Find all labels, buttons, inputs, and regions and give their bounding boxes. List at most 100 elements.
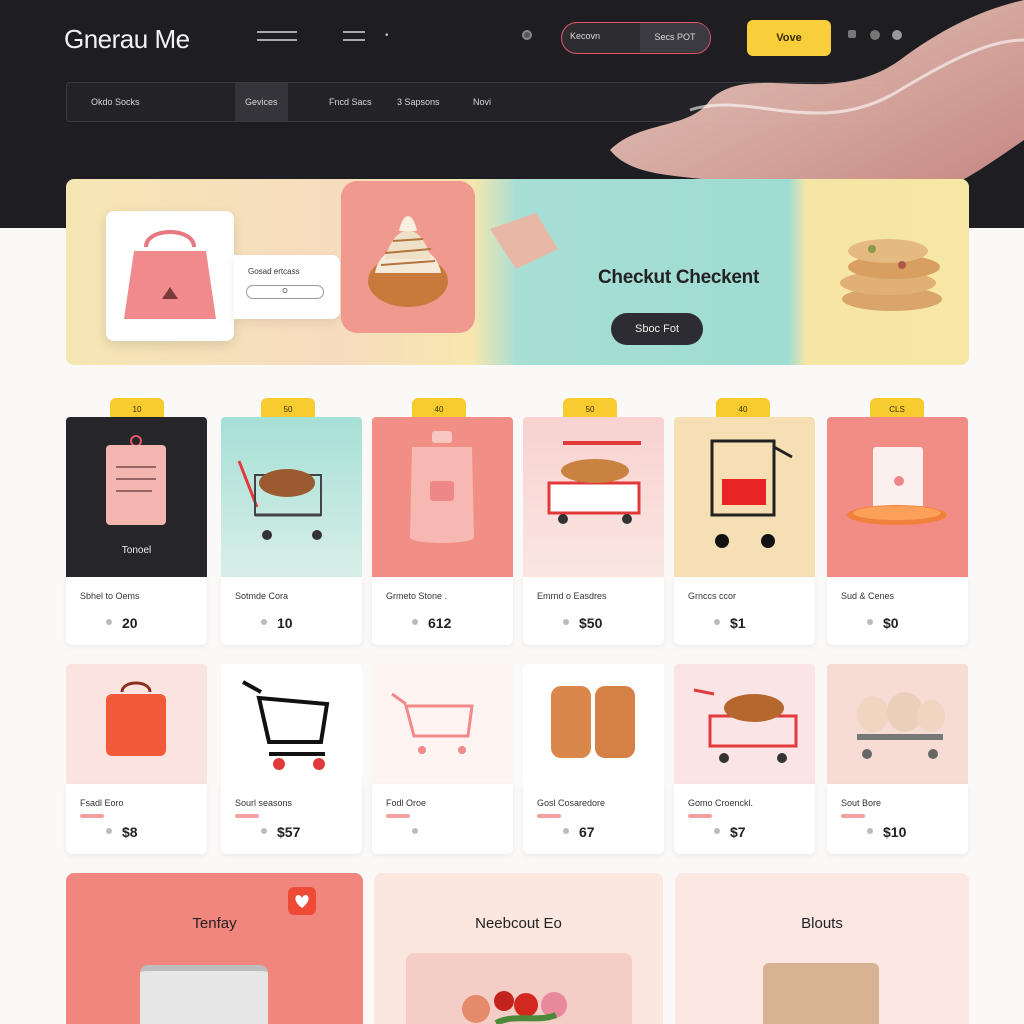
category-title: Neebcout Eo: [475, 915, 562, 932]
product-image: [827, 417, 968, 577]
heart-icon: [288, 887, 316, 915]
product-card[interactable]: Sout Bore $10: [827, 664, 968, 854]
rating-dot: [867, 619, 873, 625]
product-card[interactable]: Sotmde Cora 10: [221, 417, 362, 645]
product-card[interactable]: Fsadl Eoro $8: [66, 664, 207, 854]
product-info: Sourl seasons $57: [221, 784, 362, 854]
product-price: $50: [579, 615, 603, 631]
product-card[interactable]: Tonoel Sbhel to Oems 20: [66, 417, 207, 645]
product-price: $1: [730, 615, 746, 631]
cookies-stack-image: [840, 239, 942, 311]
rating-dot: [867, 828, 873, 834]
paper-bag-image: [763, 963, 879, 1024]
gift-box-icon: [847, 447, 947, 525]
nav-item-okdo-socks[interactable]: Okdo Socks: [91, 83, 140, 121]
product-image: [674, 417, 815, 577]
product-info: Fsadl Eoro $8: [66, 784, 207, 854]
product-card[interactable]: Gomo Croenckl. $7: [674, 664, 815, 854]
rating-dot: [106, 828, 112, 834]
shopping-cart-icon: [237, 460, 322, 540]
product-info: Gosl Cosaredore 67: [523, 784, 664, 854]
product-image: [523, 417, 664, 577]
shopping-bag-icon: [106, 681, 166, 756]
product-image: [221, 417, 362, 577]
rating-dot: [714, 828, 720, 834]
product-image: [827, 664, 968, 784]
shopping-bag-icon: [124, 230, 216, 319]
product-image: [221, 664, 362, 784]
nav-item-fncd-sacs[interactable]: Fncd Sacs: [329, 83, 372, 121]
rating-dot: [106, 619, 112, 625]
category-title: Tenfay: [192, 915, 237, 932]
category-card[interactable]: Neebcout Eo: [374, 873, 663, 1024]
nav-item-novi[interactable]: Novi: [473, 83, 491, 121]
product-name: Sotmde Cora: [235, 591, 289, 601]
dot-icon: •: [385, 30, 389, 41]
product-name: Sbhel to Oems: [80, 591, 140, 601]
category-card[interactable]: Tenfay: [66, 873, 363, 1024]
product-name: Gomo Croenckl.: [688, 798, 754, 808]
hero-title: Checkut Checkent: [598, 267, 759, 288]
rating-dot: [563, 828, 569, 834]
product-name: Fsadl Eoro: [80, 798, 124, 808]
rating-dot: [261, 619, 267, 625]
product-price: $7: [730, 824, 746, 840]
nav-item-sapsons[interactable]: 3 Sapsons: [397, 83, 440, 121]
product-card[interactable]: Sourl seasons $57: [221, 664, 362, 854]
list-icon[interactable]: [343, 31, 365, 41]
product-price: 612: [428, 615, 452, 631]
rating-dot: [714, 619, 720, 625]
product-price: 67: [579, 824, 595, 840]
pastry-icon: [551, 686, 635, 758]
product-name: Gosl Cosaredore: [537, 798, 606, 808]
rating-dot: [412, 828, 418, 834]
category-card[interactable]: Blouts: [675, 873, 969, 1024]
product-price: 10: [277, 615, 293, 631]
hero-form-input[interactable]: O: [246, 285, 324, 299]
shopping-cart-icon: [242, 680, 330, 770]
product-name: Fodl Oroe: [386, 798, 427, 808]
product-name: Grnccs ccor: [688, 591, 737, 601]
jar-icon: [410, 431, 474, 543]
rating-bar: [841, 814, 865, 818]
rating-dot: [563, 619, 569, 625]
product-card[interactable]: Emrnd o Easdres $50: [523, 417, 664, 645]
rating-dot: [412, 619, 418, 625]
product-info: Grmeto Stone . 612: [372, 577, 513, 645]
search-input[interactable]: Kecovn: [570, 31, 600, 41]
rating-bar: [235, 814, 259, 818]
product-info: Gomo Croenckl. $7: [674, 784, 815, 854]
product-info: Fodl Oroe: [372, 784, 513, 854]
product-card[interactable]: Grnccs ccor $1: [674, 417, 815, 645]
rating-bar: [80, 814, 104, 818]
product-card[interactable]: Sud & Cenes $0: [827, 417, 968, 645]
product-card[interactable]: Fodl Oroe: [372, 664, 513, 854]
ribbon-decoration: [490, 213, 558, 269]
product-info: Grnccs ccor $1: [674, 577, 815, 645]
menu-icon[interactable]: [257, 31, 297, 41]
product-info: Sout Bore $10: [827, 784, 968, 854]
product-info: Emrnd o Easdres $50: [523, 577, 664, 645]
hero-form: Gosad ertcass O: [234, 255, 340, 319]
food-bowl-image: [406, 953, 632, 1024]
product-price: 20: [122, 615, 138, 631]
container-image: [140, 965, 268, 1024]
product-info: Sotmde Cora 10: [221, 577, 362, 645]
product-card[interactable]: Grmeto Stone . 612: [372, 417, 513, 645]
user-icon[interactable]: [522, 30, 532, 40]
rating-bar: [688, 814, 712, 818]
hero-shop-button[interactable]: Sboc Fot: [611, 313, 703, 345]
product-name: Sud & Cenes: [841, 591, 895, 601]
hero-bag-card: [106, 211, 234, 341]
product-image: Tonoel: [66, 417, 207, 577]
shopping-cart-icon: [693, 688, 798, 763]
hero-dessert-panel: [341, 181, 475, 333]
brand-logo[interactable]: Gnerau Me: [64, 24, 190, 55]
shopping-cart-icon: [547, 441, 641, 524]
product-card[interactable]: Gosl Cosaredore 67: [523, 664, 664, 854]
product-name: Grmeto Stone .: [386, 591, 448, 601]
product-price: $57: [277, 824, 301, 840]
product-name: Emrnd o Easdres: [537, 591, 607, 601]
product-image: [372, 417, 513, 577]
nav-item-gevices[interactable]: Gevices: [235, 83, 288, 121]
